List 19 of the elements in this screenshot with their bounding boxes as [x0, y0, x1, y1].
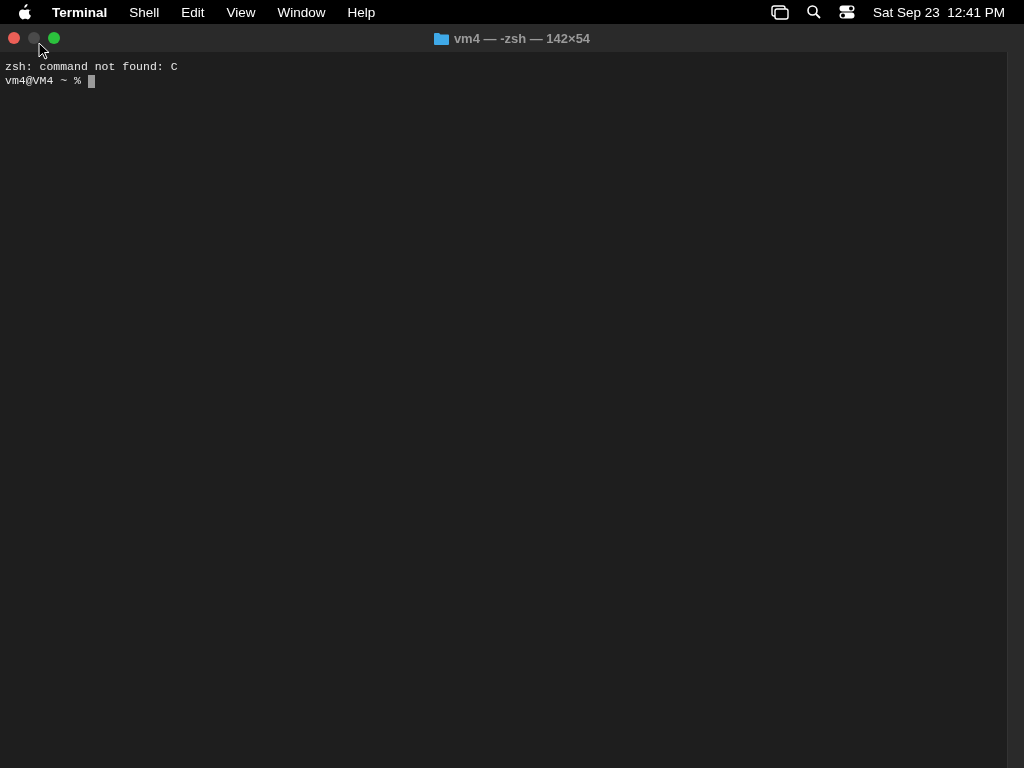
window-title: vm4 — -zsh — 142×54	[453, 30, 591, 46]
zoom-button[interactable]	[48, 32, 60, 44]
shell-prompt: vm4@VM4 ~ %	[5, 74, 82, 88]
close-button[interactable]	[8, 32, 20, 44]
folder-icon	[433, 31, 449, 45]
menu-item[interactable]: View	[226, 4, 256, 20]
search-icon[interactable]	[806, 5, 821, 19]
menu-item[interactable]: Help	[347, 4, 376, 20]
app-menu[interactable]: Terminal	[52, 4, 108, 20]
toggles-icon[interactable]	[838, 5, 855, 19]
windows-icon[interactable]	[770, 4, 789, 20]
clock[interactable]: Sat Sep 23 12:41 PM	[872, 4, 1005, 20]
terminal-output: zsh: command not found: C	[5, 60, 178, 74]
menu-item[interactable]: Shell	[129, 4, 160, 20]
menu-item[interactable]: Window	[277, 4, 326, 20]
apple-logo-icon[interactable]	[18, 4, 32, 20]
mouse-pointer-icon	[38, 42, 50, 60]
text-cursor	[87, 74, 95, 88]
menu-item[interactable]: Edit	[181, 4, 205, 20]
